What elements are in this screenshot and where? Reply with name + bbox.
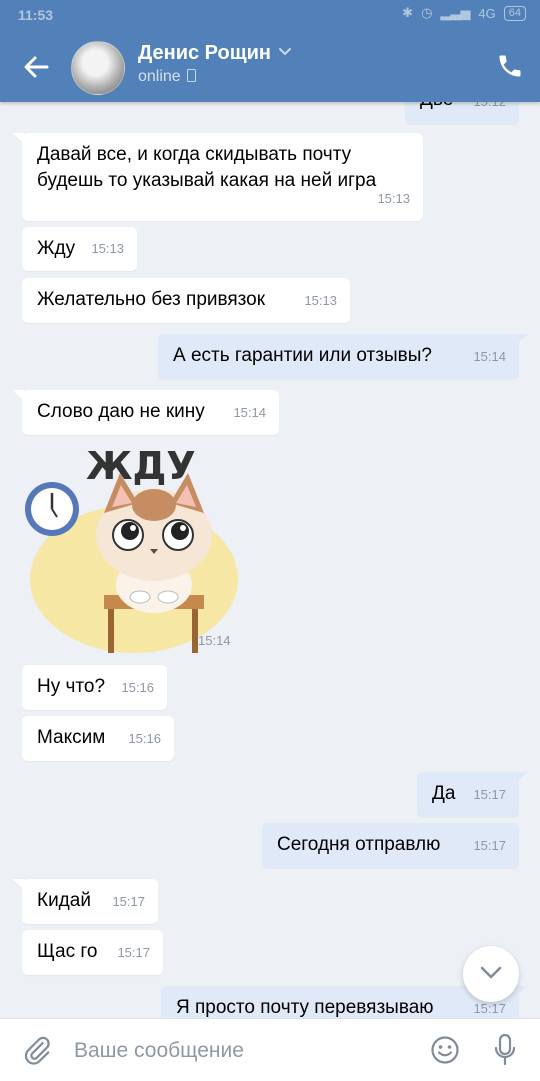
- message-incoming[interactable]: Максим 15:16: [22, 716, 174, 761]
- message-text: Максим: [37, 727, 106, 748]
- message-time: 15:13: [91, 241, 124, 256]
- message-outgoing[interactable]: Сегодня отправлю 15:17: [262, 823, 519, 868]
- message-outgoing[interactable]: Да 15:17: [417, 772, 519, 817]
- message-text: Я просто почту перевязываю: [176, 997, 434, 1018]
- message-incoming[interactable]: Желательно без привязок 15:13: [22, 278, 350, 323]
- chevron-down-icon[interactable]: [277, 46, 293, 58]
- chevron-down-icon: [480, 966, 502, 979]
- message-text: А есть гарантии или отзывы?: [173, 345, 432, 366]
- message-text: Жду: [37, 238, 76, 259]
- message-time: 15:17: [117, 945, 150, 960]
- bluetooth-icon: ✱: [402, 5, 414, 20]
- message-incoming[interactable]: Жду 15:13: [22, 227, 137, 271]
- cat-waiting-sticker[interactable]: ЖДУ: [22, 444, 240, 657]
- message-text: Желательно без привязок: [37, 289, 266, 310]
- message-time: 15:16: [121, 680, 154, 695]
- message-incoming[interactable]: Слово даю не кину 15:14: [22, 390, 279, 435]
- message-text: Щас го: [37, 941, 98, 962]
- sticker-caption: ЖДУ: [86, 445, 196, 488]
- smile-icon: [431, 1036, 459, 1064]
- network-type: 4G: [478, 5, 496, 21]
- emoji-button[interactable]: [430, 1035, 460, 1065]
- message-time: 15:17: [473, 787, 506, 802]
- message-incoming[interactable]: Кидай 15:17: [22, 879, 158, 924]
- message-text: Кидай: [37, 890, 91, 911]
- message-incoming[interactable]: Ну что? 15:16: [22, 665, 167, 710]
- sticker-image: ЖДУ: [25, 444, 238, 653]
- avatar[interactable]: [71, 41, 125, 95]
- signal-icon: ▂▃▅: [440, 5, 471, 20]
- status-icons: ✱ ◷ ▂▃▅ 4G 64: [402, 5, 526, 21]
- battery-level: 64: [503, 5, 526, 21]
- paperclip-icon: [24, 1036, 50, 1065]
- message-time: 15:14: [233, 405, 266, 420]
- message-time: 15:17: [112, 894, 145, 909]
- online-status: online: [138, 68, 181, 85]
- scroll-down-button[interactable]: [463, 946, 519, 1002]
- message-incoming[interactable]: Давай все, и когда скидывать почту будеш…: [22, 133, 423, 221]
- message-time: 15:14: [198, 633, 231, 648]
- message-time: 15:13: [304, 293, 337, 308]
- alarm-icon: ◷: [421, 5, 433, 20]
- message-time: 15:14: [473, 349, 506, 364]
- status-time: 11:53: [18, 7, 54, 23]
- message-text: Сегодня отправлю: [277, 834, 441, 855]
- call-button[interactable]: [496, 52, 524, 80]
- microphone-icon: [494, 1033, 516, 1066]
- voice-message-button[interactable]: [492, 1033, 518, 1067]
- message-time: 15:17: [473, 838, 506, 853]
- message-composer: [0, 1018, 540, 1081]
- message-text: Ну что?: [37, 676, 106, 697]
- phone-icon: [499, 55, 521, 77]
- message-time: 15:16: [128, 731, 161, 746]
- back-button[interactable]: [20, 50, 54, 84]
- contact-name[interactable]: Денис Рощин: [138, 42, 271, 65]
- message-text: Слово даю не кину: [37, 401, 205, 422]
- message-text: Да: [432, 783, 456, 804]
- message-incoming[interactable]: Щас го 15:17: [22, 930, 163, 975]
- attach-button[interactable]: [22, 1035, 52, 1065]
- contact-status: online: [138, 68, 196, 86]
- status-bar: 11:53 ✱ ◷ ▂▃▅ 4G 64: [0, 0, 540, 30]
- message-input[interactable]: [72, 1033, 416, 1069]
- message-outgoing[interactable]: Я просто почту перевязываю 15:17: [161, 986, 519, 1018]
- chat-header: 11:53 ✱ ◷ ▂▃▅ 4G 64 Денис Рощин online: [0, 0, 540, 102]
- arrow-left-icon: [24, 56, 49, 78]
- message-time: 15:13: [377, 191, 410, 206]
- message-text: Давай все, и когда скидывать почту будеш…: [37, 144, 377, 191]
- message-outgoing[interactable]: А есть гарантии или отзывы? 15:14: [158, 334, 519, 379]
- message-list[interactable]: Две 15:12 Давай все, и когда скидывать п…: [0, 0, 540, 1018]
- mobile-device-icon: [186, 69, 196, 82]
